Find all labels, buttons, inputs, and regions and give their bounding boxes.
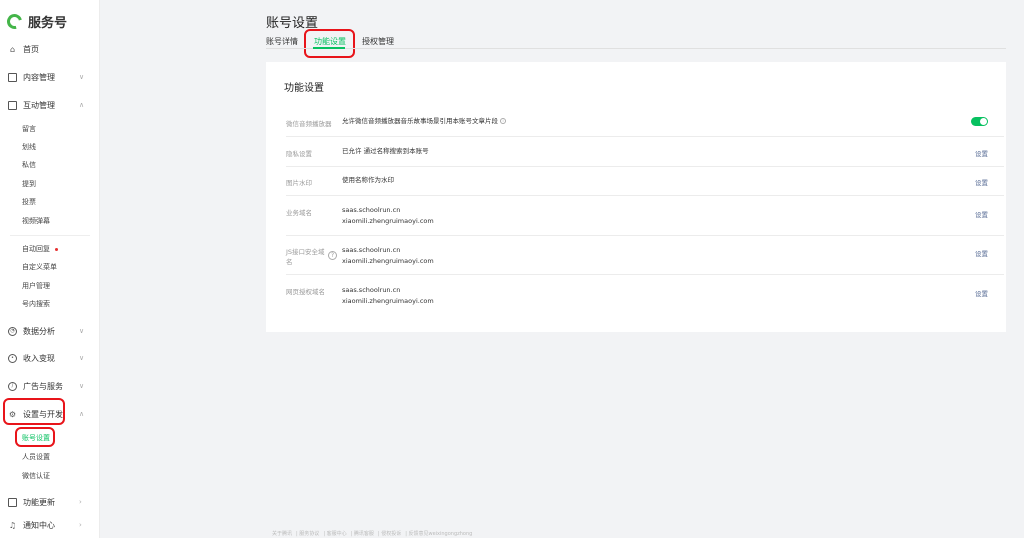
footer-link[interactable]: 反馈意见weixingongzhong xyxy=(408,531,472,537)
js-domain-settings-link[interactable]: 设置 xyxy=(975,248,988,258)
chevron-down-icon: ∨ xyxy=(79,327,85,335)
sidebar-item-ads[interactable]: / 广告与服务 ∨ xyxy=(0,378,100,394)
bell-icon: ♫ xyxy=(8,520,17,530)
tab-account-details[interactable]: 账号详情 xyxy=(266,36,298,47)
row-label-js-domain-1: JS接口安全域 xyxy=(286,248,325,256)
footer-link[interactable]: 侵权投诉 xyxy=(381,531,401,537)
row-divider xyxy=(286,274,1004,275)
row-value-oauth-domain-2: xiaomili.zhengruimaoyi.com xyxy=(342,297,434,305)
row-value-business-domain-2: xiaomili.zhengruimaoyi.com xyxy=(342,217,434,225)
brand-logo-icon xyxy=(4,10,25,32)
sidebar-subitem-custom-menu[interactable]: 自定义菜单 xyxy=(22,261,57,273)
row-label-business-domain: 业务域名 xyxy=(286,209,312,217)
row-value-privacy: 已允许 通过名称搜索到本账号 xyxy=(342,147,429,155)
chevron-down-icon: ∨ xyxy=(79,382,85,390)
sidebar-divider xyxy=(10,235,90,236)
row-divider xyxy=(286,195,1004,196)
home-icon: ⌂ xyxy=(9,44,16,54)
sidebar-subitem-user-mgmt[interactable]: 用户管理 xyxy=(22,280,50,292)
row-value-watermark: 使用名称作为水印 xyxy=(342,176,394,184)
sidebar-subitem-comments[interactable]: 留言 xyxy=(22,123,36,135)
footer-link[interactable]: 客服中心 xyxy=(327,531,347,537)
help-icon[interactable]: ? xyxy=(328,251,337,260)
row-value-js-domain-2: xiaomili.zhengruimaoyi.com xyxy=(342,257,434,265)
chevron-down-icon: ∨ xyxy=(79,354,85,362)
row-label-privacy: 隐私设置 xyxy=(286,150,312,158)
card-title: 功能设置 xyxy=(284,83,324,94)
tab-feature-settings[interactable]: 功能设置 xyxy=(314,36,346,47)
sidebar-subitem-mentions[interactable]: 提到 xyxy=(22,178,36,190)
chevron-right-icon: › xyxy=(79,521,82,529)
sidebar-subitem-danmaku[interactable]: 视频弹幕 xyxy=(22,215,50,227)
footer: 关于腾讯 | 服务协议 | 客服中心 | 腾讯客服 | 侵权投诉 | 反馈意见weixin… xyxy=(272,531,473,537)
row-value-business-domain-1: saas.schoolrun.cn xyxy=(342,206,401,214)
privacy-settings-link[interactable]: 设置 xyxy=(975,148,988,158)
sidebar-subitem-auto-reply[interactable]: 自动回复 xyxy=(22,243,58,255)
sidebar: 服务号 ⌂ 首页 内容管理 ∨ 互动管理 ∧ 留言 划线 私信 提到 投票 视频… xyxy=(0,0,100,538)
sidebar-subitem-staff-settings[interactable]: 人员设置 xyxy=(22,451,50,463)
active-tab-indicator xyxy=(313,47,345,49)
compass-icon: / xyxy=(8,381,17,391)
business-domain-settings-link[interactable]: 设置 xyxy=(975,209,988,219)
oauth-domain-settings-link[interactable]: 设置 xyxy=(975,288,988,298)
row-divider xyxy=(286,166,1004,167)
document-icon xyxy=(8,72,17,82)
row-label-js-domain-2: 名 xyxy=(286,258,293,266)
row-divider xyxy=(286,235,1004,236)
update-icon xyxy=(8,497,17,507)
row-value-audio-player: 允许微信音频播放器音乐故事场景引用本账号文章片段 i xyxy=(342,116,506,127)
footer-link[interactable]: 服务协议 xyxy=(299,531,319,537)
sidebar-subitem-verification[interactable]: 微信认证 xyxy=(22,470,50,482)
chevron-down-icon: ∨ xyxy=(79,73,85,81)
watermark-settings-link[interactable]: 设置 xyxy=(975,177,988,187)
highlight-account-settings xyxy=(15,427,55,447)
sidebar-subitem-messages[interactable]: 私信 xyxy=(22,159,36,171)
sidebar-item-content[interactable]: 内容管理 ∨ xyxy=(0,69,100,85)
row-label-oauth-domain: 网页授权域名 xyxy=(286,288,325,296)
tabs-divider xyxy=(266,48,1006,49)
footer-link[interactable]: 腾讯客服 xyxy=(354,531,374,537)
sidebar-subitem-highlights[interactable]: 划线 xyxy=(22,141,36,153)
sidebar-subitem-votes[interactable]: 投票 xyxy=(22,196,36,208)
chat-icon xyxy=(8,100,17,110)
coin-icon: • xyxy=(8,353,17,363)
footer-link[interactable]: 关于腾讯 xyxy=(272,531,292,537)
notification-dot xyxy=(55,247,58,251)
chevron-up-icon: ∧ xyxy=(79,410,85,418)
sidebar-item-notices[interactable]: ♫ 通知中心 › xyxy=(0,517,100,533)
row-label-audio-player: 微信音频播放器 xyxy=(286,120,332,128)
chevron-right-icon: › xyxy=(79,498,82,506)
row-divider xyxy=(286,136,1004,137)
audio-player-toggle[interactable] xyxy=(971,117,988,126)
row-label-watermark: 图片水印 xyxy=(286,179,312,187)
chevron-up-icon: ∧ xyxy=(79,101,85,109)
chart-icon: ◔ xyxy=(8,326,17,336)
sidebar-item-income[interactable]: • 收入变现 ∨ xyxy=(0,350,100,366)
brand-name: 服务号 xyxy=(28,15,68,31)
sidebar-item-interaction[interactable]: 互动管理 ∧ xyxy=(0,97,100,113)
page-title: 账号设置 xyxy=(266,16,319,31)
logo[interactable]: 服务号 xyxy=(4,10,68,32)
row-value-oauth-domain-1: saas.schoolrun.cn xyxy=(342,286,401,294)
sidebar-item-home[interactable]: ⌂ 首页 xyxy=(0,41,100,57)
highlight-settings xyxy=(3,398,65,425)
info-icon[interactable]: i xyxy=(500,118,506,124)
sidebar-subitem-search[interactable]: 号内搜索 xyxy=(22,298,50,310)
row-value-js-domain-1: saas.schoolrun.cn xyxy=(342,246,401,254)
sidebar-item-updates[interactable]: 功能更新 › xyxy=(0,494,100,510)
sidebar-item-analytics[interactable]: ◔ 数据分析 ∨ xyxy=(0,323,100,339)
tab-authorization[interactable]: 授权管理 xyxy=(362,36,394,47)
